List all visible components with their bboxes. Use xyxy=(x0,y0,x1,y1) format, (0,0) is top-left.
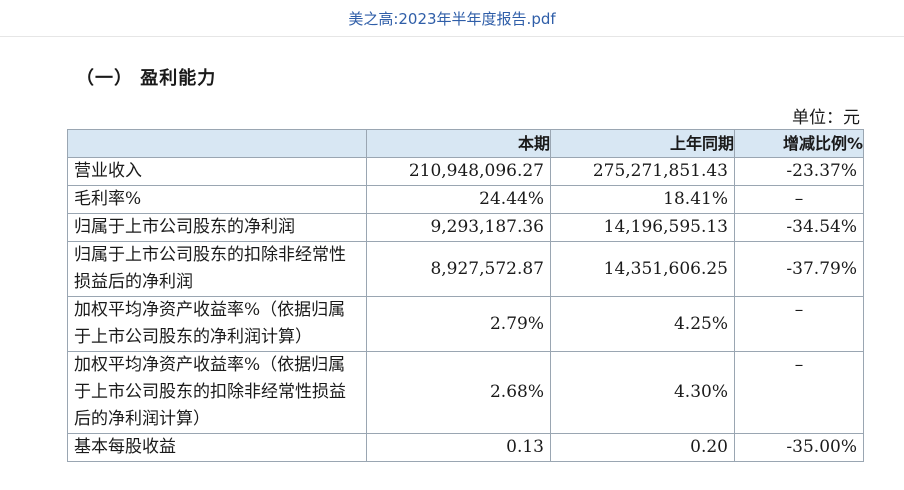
previous-value: 14,196,595.13 xyxy=(550,213,735,242)
table-row: 基本每股收益 0.13 0.20 -35.00% xyxy=(67,433,864,462)
row-label: 归属于上市公司股东的扣除非经常性损益后的净利润 xyxy=(67,241,367,297)
table-row: 加权平均净资产收益率%（依据归属于上市公司股东的净利润计算） 2.79% 4.2… xyxy=(67,296,864,352)
table-row: 归属于上市公司股东的扣除非经常性损益后的净利润 8,927,572.87 14,… xyxy=(67,241,864,297)
previous-value: 0.20 xyxy=(550,433,735,462)
document-title-bar: 美之高:2023年半年度报告.pdf xyxy=(0,0,904,37)
current-value: 2.79% xyxy=(366,296,551,352)
header-prior-period: 上年同期 xyxy=(550,129,735,158)
previous-value: 4.30% xyxy=(550,351,735,434)
previous-value: 4.25% xyxy=(550,296,735,352)
header-current-period: 本期 xyxy=(366,129,551,158)
table-row: 毛利率% 24.44% 18.41% – xyxy=(67,185,864,214)
table-row: 加权平均净资产收益率%（依据归属于上市公司股东的扣除非经常性损益后的净利润计算）… xyxy=(67,351,864,434)
current-value: 2.68% xyxy=(366,351,551,434)
row-label: 毛利率% xyxy=(67,185,367,214)
change-value: -37.79% xyxy=(734,241,864,297)
change-value: -23.37% xyxy=(734,157,864,186)
current-value: 8,927,572.87 xyxy=(366,241,551,297)
change-value: -35.00% xyxy=(734,433,864,462)
row-label: 加权平均净资产收益率%（依据归属于上市公司股东的净利润计算） xyxy=(67,296,367,352)
previous-value: 275,271,851.43 xyxy=(550,157,735,186)
change-value: – xyxy=(734,351,864,434)
previous-value: 14,351,606.25 xyxy=(550,241,735,297)
section-heading: （一） 盈利能力 xyxy=(76,68,217,89)
document-title: 美之高:2023年半年度报告.pdf xyxy=(348,9,556,28)
change-value: -34.54% xyxy=(734,213,864,242)
row-label: 加权平均净资产收益率%（依据归属于上市公司股东的扣除非经常性损益后的净利润计算） xyxy=(67,351,367,434)
row-label: 归属于上市公司股东的净利润 xyxy=(67,213,367,242)
previous-value: 18.41% xyxy=(550,185,735,214)
table-row: 营业收入 210,948,096.27 275,271,851.43 -23.3… xyxy=(67,157,864,186)
current-value: 9,293,187.36 xyxy=(366,213,551,242)
row-label: 基本每股收益 xyxy=(67,433,367,462)
current-value: 0.13 xyxy=(366,433,551,462)
header-change-percent: 增减比例% xyxy=(734,129,864,158)
unit-label: 单位：元 xyxy=(792,108,860,128)
row-label: 营业收入 xyxy=(67,157,367,186)
change-value: – xyxy=(734,296,864,352)
current-value: 24.44% xyxy=(366,185,551,214)
current-value: 210,948,096.27 xyxy=(366,157,551,186)
table-header-row: 本期 上年同期 增减比例% xyxy=(67,129,864,158)
header-item xyxy=(67,129,367,158)
table-row: 归属于上市公司股东的净利润 9,293,187.36 14,196,595.13… xyxy=(67,213,864,242)
profitability-table: 本期 上年同期 增减比例% 营业收入 210,948,096.27 275,27… xyxy=(67,129,864,462)
change-value: – xyxy=(734,185,864,214)
